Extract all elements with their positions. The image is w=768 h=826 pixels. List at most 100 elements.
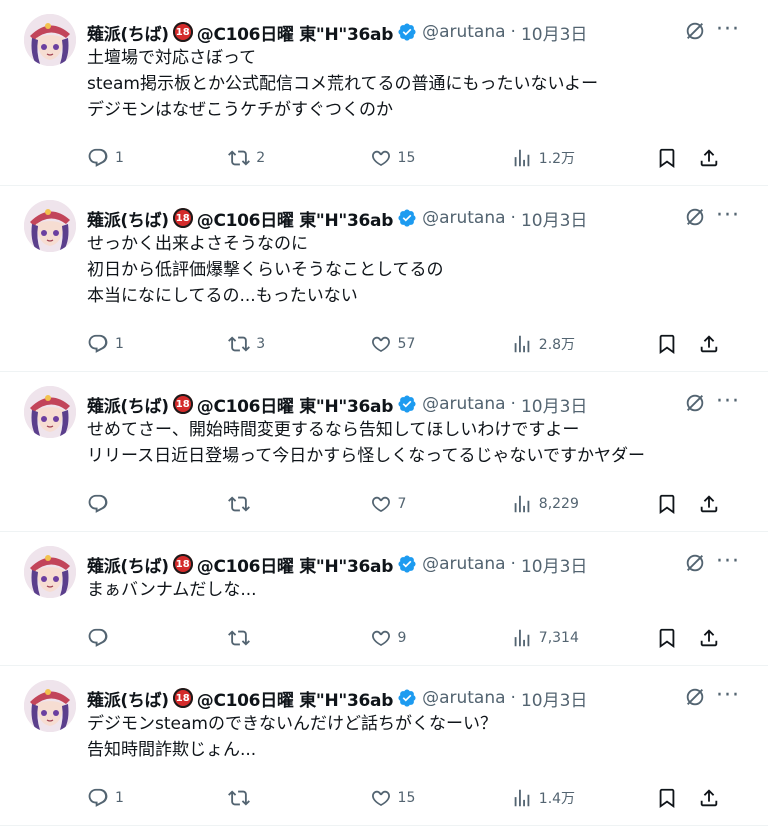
- views-count: 7,314: [538, 630, 579, 646]
- r18-badge: 18: [172, 208, 193, 228]
- retweet-button[interactable]: 2: [228, 147, 369, 169]
- tweet[interactable]: 薙派(ちば) 18 @C106日曜 東"H"36ab @arutana · 10…: [0, 532, 768, 666]
- retweet-button[interactable]: [228, 787, 369, 809]
- separator-dot: ·: [510, 394, 516, 414]
- author-handle[interactable]: @arutana: [422, 394, 505, 414]
- share-button[interactable]: [698, 147, 720, 169]
- separator-dot: ·: [510, 22, 516, 42]
- author-name-suffix[interactable]: @C106日曜 東"H"36ab: [197, 686, 394, 711]
- avatar[interactable]: [24, 200, 76, 252]
- views-button[interactable]: 7,314: [511, 627, 656, 649]
- bookmark-button[interactable]: [656, 627, 678, 649]
- author-handle[interactable]: @arutana: [422, 208, 505, 228]
- tweet-date[interactable]: 10月3日: [521, 552, 587, 577]
- reply-button[interactable]: [87, 493, 228, 515]
- avatar-image: [24, 14, 76, 66]
- separator-dot: ·: [510, 208, 516, 228]
- author-handle[interactable]: @arutana: [422, 22, 505, 42]
- share-button[interactable]: [698, 333, 720, 355]
- more-icon[interactable]: ···: [716, 203, 740, 228]
- author-name-suffix[interactable]: @C106日曜 東"H"36ab: [197, 206, 394, 231]
- grok-icon[interactable]: [684, 392, 706, 414]
- views-icon: [514, 629, 530, 647]
- retweet-button[interactable]: [228, 493, 369, 515]
- reply-count: 1: [115, 150, 124, 166]
- author-name-suffix[interactable]: @C106日曜 東"H"36ab: [197, 552, 394, 577]
- reply-icon: [88, 494, 108, 513]
- views-button[interactable]: 1.4万: [511, 787, 656, 809]
- reply-button[interactable]: 1: [87, 333, 228, 355]
- author-name[interactable]: 薙派(ちば): [87, 686, 169, 711]
- author-handle[interactable]: @arutana: [422, 554, 505, 574]
- avatar[interactable]: [24, 546, 76, 598]
- tweet[interactable]: 薙派(ちば) 18 @C106日曜 東"H"36ab @arutana · 10…: [0, 372, 768, 532]
- bookmark-button[interactable]: [656, 333, 678, 355]
- r18-badge: 18: [172, 688, 193, 708]
- author-name[interactable]: 薙派(ちば): [87, 206, 169, 231]
- bookmark-icon: [659, 628, 675, 649]
- author-name-suffix[interactable]: @C106日曜 東"H"36ab: [197, 392, 394, 417]
- retweet-button[interactable]: [228, 627, 369, 649]
- more-icon[interactable]: ···: [716, 683, 740, 708]
- grok-icon[interactable]: [684, 552, 706, 574]
- author-name[interactable]: 薙派(ちば): [87, 20, 169, 45]
- avatar[interactable]: [24, 386, 76, 438]
- reply-button[interactable]: [87, 627, 228, 649]
- reply-button[interactable]: 1: [87, 147, 228, 169]
- like-button[interactable]: 15: [370, 147, 511, 169]
- like-button[interactable]: 9: [370, 627, 511, 649]
- verified-badge-icon: [398, 555, 416, 573]
- grok-icon[interactable]: [684, 206, 706, 228]
- share-button[interactable]: [698, 493, 720, 515]
- author-handle[interactable]: @arutana: [422, 688, 505, 708]
- bookmark-button[interactable]: [656, 787, 678, 809]
- views-button[interactable]: 1.2万: [511, 147, 656, 169]
- retweet-button[interactable]: 3: [228, 333, 369, 355]
- tweet-text: 土壇場で対応さぼって steam掲示板とか公式配信コメ荒れてるの普通にもったいな…: [87, 48, 599, 120]
- like-count: 15: [397, 790, 416, 806]
- author-name[interactable]: 薙派(ちば): [87, 392, 169, 417]
- reply-button[interactable]: 1: [87, 787, 228, 809]
- tweet[interactable]: 薙派(ちば) 18 @C106日曜 東"H"36ab @arutana · 10…: [0, 186, 768, 372]
- tweet-actions: 9 7,314: [87, 611, 720, 665]
- avatar[interactable]: [24, 14, 76, 66]
- views-button[interactable]: 8,229: [511, 493, 656, 515]
- grok-icon[interactable]: [684, 20, 706, 42]
- bookmark-button[interactable]: [656, 147, 678, 169]
- retweet-icon: [228, 630, 251, 646]
- tweet-date[interactable]: 10月3日: [521, 686, 587, 711]
- like-button[interactable]: 15: [370, 787, 511, 809]
- views-count: 1.2万: [538, 151, 576, 167]
- views-icon: [514, 149, 530, 167]
- views-icon: [514, 789, 530, 807]
- more-icon[interactable]: ···: [716, 17, 740, 42]
- share-icon: [700, 335, 718, 353]
- tweet-content: 薙派(ちば) 18 @C106日曜 東"H"36ab @arutana · 10…: [87, 680, 752, 825]
- bookmark-button[interactable]: [656, 493, 678, 515]
- more-icon[interactable]: ···: [716, 389, 740, 414]
- separator-dot: ·: [510, 554, 516, 574]
- reply-icon: [88, 788, 108, 807]
- r18-badge: 18: [172, 22, 193, 42]
- tweet-date[interactable]: 10月3日: [521, 206, 587, 231]
- tweet[interactable]: 薙派(ちば) 18 @C106日曜 東"H"36ab @arutana · 10…: [0, 666, 768, 826]
- author-name[interactable]: 薙派(ちば): [87, 552, 169, 577]
- tweet-text: まぁバンナムだしな...: [87, 580, 257, 600]
- more-icon[interactable]: ···: [716, 549, 740, 574]
- tweet-content: 薙派(ちば) 18 @C106日曜 東"H"36ab @arutana · 10…: [87, 14, 752, 185]
- like-button[interactable]: 57: [370, 333, 511, 355]
- reply-count: 1: [115, 336, 124, 352]
- share-button[interactable]: [698, 787, 720, 809]
- tweet-actions: 7 8,229: [87, 477, 720, 531]
- author-name-suffix[interactable]: @C106日曜 東"H"36ab: [197, 20, 394, 45]
- grok-icon[interactable]: [684, 686, 706, 708]
- tweet[interactable]: 薙派(ちば) 18 @C106日曜 東"H"36ab @arutana · 10…: [0, 0, 768, 186]
- tweet-date[interactable]: 10月3日: [521, 392, 587, 417]
- like-icon: [371, 496, 390, 513]
- like-button[interactable]: 7: [370, 493, 511, 515]
- bookmark-icon: [659, 334, 675, 355]
- avatar[interactable]: [24, 680, 76, 732]
- share-button[interactable]: [698, 627, 720, 649]
- views-button[interactable]: 2.8万: [511, 333, 656, 355]
- tweet-date[interactable]: 10月3日: [521, 20, 587, 45]
